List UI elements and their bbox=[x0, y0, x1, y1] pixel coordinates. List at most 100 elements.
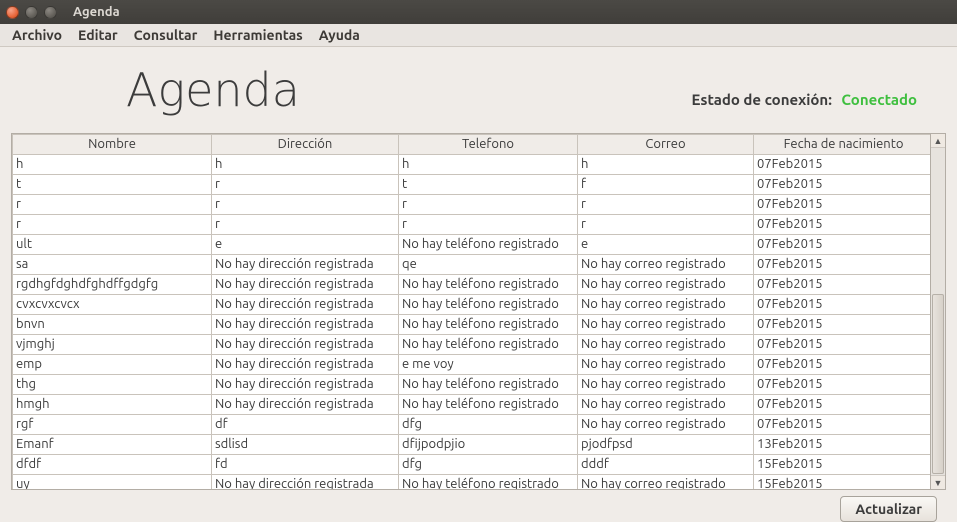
cell-nombre[interactable]: emp bbox=[13, 355, 212, 375]
table-row[interactable]: dfdffddfgdddf15Feb2015 bbox=[13, 455, 932, 475]
window-minimize-button[interactable] bbox=[25, 6, 38, 19]
cell-nombre[interactable]: r bbox=[13, 215, 212, 235]
menu-ayuda[interactable]: Ayuda bbox=[313, 25, 366, 45]
cell-direccion[interactable]: No hay dirección registrada bbox=[212, 355, 399, 375]
scroll-up-icon[interactable]: ▲ bbox=[931, 134, 945, 148]
cell-nombre[interactable]: Emanf bbox=[13, 435, 212, 455]
refresh-button[interactable]: Actualizar bbox=[840, 496, 937, 522]
cell-telefono[interactable]: qe bbox=[399, 255, 578, 275]
table-row[interactable]: Emanfsdlisddfijpodpjiopjodfpsd13Feb2015 bbox=[13, 435, 932, 455]
cell-fecha[interactable]: 07Feb2015 bbox=[754, 415, 932, 435]
table-row[interactable]: hhhh07Feb2015 bbox=[13, 155, 932, 175]
scroll-down-icon[interactable]: ▼ bbox=[931, 475, 945, 489]
col-header-nombre[interactable]: Nombre bbox=[13, 135, 212, 155]
contacts-table[interactable]: Nombre Dirección Telefono Correo Fecha d… bbox=[11, 133, 931, 490]
cell-correo[interactable]: No hay correo registrado bbox=[578, 415, 754, 435]
cell-correo[interactable]: No hay correo registrado bbox=[578, 295, 754, 315]
cell-nombre[interactable]: sa bbox=[13, 255, 212, 275]
cell-direccion[interactable]: No hay dirección registrada bbox=[212, 275, 399, 295]
menu-editar[interactable]: Editar bbox=[72, 25, 124, 45]
cell-fecha[interactable]: 07Feb2015 bbox=[754, 315, 932, 335]
cell-nombre[interactable]: rgdhgfdghdfghdffgdgfg bbox=[13, 275, 212, 295]
table-row[interactable]: rgdhgfdghdfghdffgdgfgNo hay dirección re… bbox=[13, 275, 932, 295]
cell-nombre[interactable]: rgf bbox=[13, 415, 212, 435]
table-row[interactable]: empNo hay dirección registradae me voyNo… bbox=[13, 355, 932, 375]
cell-correo[interactable]: e bbox=[578, 235, 754, 255]
cell-fecha[interactable]: 07Feb2015 bbox=[754, 375, 932, 395]
table-row[interactable]: bnvnNo hay dirección registradaNo hay te… bbox=[13, 315, 932, 335]
cell-fecha[interactable]: 07Feb2015 bbox=[754, 195, 932, 215]
cell-fecha[interactable]: 07Feb2015 bbox=[754, 175, 932, 195]
cell-nombre[interactable]: hmgh bbox=[13, 395, 212, 415]
cell-fecha[interactable]: 07Feb2015 bbox=[754, 275, 932, 295]
menu-consultar[interactable]: Consultar bbox=[128, 25, 204, 45]
cell-direccion[interactable]: df bbox=[212, 415, 399, 435]
cell-telefono[interactable]: h bbox=[399, 155, 578, 175]
window-maximize-button[interactable] bbox=[44, 6, 57, 19]
col-header-telefono[interactable]: Telefono bbox=[399, 135, 578, 155]
table-row[interactable]: rgfdfdfgNo hay correo registrado07Feb201… bbox=[13, 415, 932, 435]
vertical-scrollbar[interactable]: ▲ ▼ bbox=[931, 133, 946, 490]
cell-direccion[interactable]: h bbox=[212, 155, 399, 175]
cell-direccion[interactable]: r bbox=[212, 215, 399, 235]
cell-nombre[interactable]: vjmghj bbox=[13, 335, 212, 355]
cell-correo[interactable]: h bbox=[578, 155, 754, 175]
cell-correo[interactable]: r bbox=[578, 215, 754, 235]
table-row[interactable]: cvxcvxcvcxNo hay dirección registradaNo … bbox=[13, 295, 932, 315]
table-row[interactable]: thgNo hay dirección registradaNo hay tel… bbox=[13, 375, 932, 395]
scrollbar-thumb[interactable] bbox=[932, 294, 944, 474]
cell-nombre[interactable]: dfdf bbox=[13, 455, 212, 475]
table-row[interactable]: hmghNo hay dirección registradaNo hay te… bbox=[13, 395, 932, 415]
cell-nombre[interactable]: cvxcvxcvcx bbox=[13, 295, 212, 315]
table-row[interactable]: rrrr07Feb2015 bbox=[13, 215, 932, 235]
cell-direccion[interactable]: r bbox=[212, 195, 399, 215]
cell-nombre[interactable]: bnvn bbox=[13, 315, 212, 335]
cell-nombre[interactable]: ult bbox=[13, 235, 212, 255]
cell-correo[interactable]: dddf bbox=[578, 455, 754, 475]
cell-telefono[interactable]: No hay teléfono registrado bbox=[399, 315, 578, 335]
cell-fecha[interactable]: 07Feb2015 bbox=[754, 295, 932, 315]
cell-direccion[interactable]: e bbox=[212, 235, 399, 255]
cell-direccion[interactable]: No hay dirección registrada bbox=[212, 375, 399, 395]
cell-telefono[interactable]: r bbox=[399, 195, 578, 215]
cell-telefono[interactable]: dfijpodpjio bbox=[399, 435, 578, 455]
menu-archivo[interactable]: Archivo bbox=[6, 25, 68, 45]
cell-direccion[interactable]: r bbox=[212, 175, 399, 195]
col-header-direccion[interactable]: Dirección bbox=[212, 135, 399, 155]
table-row[interactable]: ulteNo hay teléfono registradoe07Feb2015 bbox=[13, 235, 932, 255]
cell-fecha[interactable]: 07Feb2015 bbox=[754, 395, 932, 415]
cell-fecha[interactable]: 07Feb2015 bbox=[754, 155, 932, 175]
cell-nombre[interactable]: thg bbox=[13, 375, 212, 395]
col-header-fecha[interactable]: Fecha de nacimiento bbox=[754, 135, 932, 155]
cell-telefono[interactable]: No hay teléfono registrado bbox=[399, 275, 578, 295]
cell-correo[interactable]: No hay correo registrado bbox=[578, 475, 754, 491]
cell-direccion[interactable]: No hay dirección registrada bbox=[212, 315, 399, 335]
cell-nombre[interactable]: r bbox=[13, 195, 212, 215]
cell-fecha[interactable]: 15Feb2015 bbox=[754, 455, 932, 475]
cell-telefono[interactable]: No hay teléfono registrado bbox=[399, 475, 578, 491]
window-close-button[interactable] bbox=[6, 6, 19, 19]
table-row[interactable]: vjmghjNo hay dirección registradaNo hay … bbox=[13, 335, 932, 355]
cell-telefono[interactable]: No hay teléfono registrado bbox=[399, 235, 578, 255]
cell-correo[interactable]: pjodfpsd bbox=[578, 435, 754, 455]
cell-direccion[interactable]: sdlisd bbox=[212, 435, 399, 455]
cell-direccion[interactable]: No hay dirección registrada bbox=[212, 395, 399, 415]
cell-correo[interactable]: No hay correo registrado bbox=[578, 315, 754, 335]
cell-correo[interactable]: r bbox=[578, 195, 754, 215]
cell-telefono[interactable]: No hay teléfono registrado bbox=[399, 375, 578, 395]
cell-telefono[interactable]: dfg bbox=[399, 415, 578, 435]
cell-fecha[interactable]: 07Feb2015 bbox=[754, 335, 932, 355]
cell-telefono[interactable]: r bbox=[399, 215, 578, 235]
table-row[interactable]: uyNo hay dirección registradaNo hay telé… bbox=[13, 475, 932, 491]
cell-nombre[interactable]: t bbox=[13, 175, 212, 195]
cell-correo[interactable]: f bbox=[578, 175, 754, 195]
table-row[interactable]: trtf07Feb2015 bbox=[13, 175, 932, 195]
cell-correo[interactable]: No hay correo registrado bbox=[578, 275, 754, 295]
cell-direccion[interactable]: No hay dirección registrada bbox=[212, 335, 399, 355]
menu-herramientas[interactable]: Herramientas bbox=[207, 25, 308, 45]
cell-telefono[interactable]: e me voy bbox=[399, 355, 578, 375]
cell-direccion[interactable]: No hay dirección registrada bbox=[212, 475, 399, 491]
cell-telefono[interactable]: dfg bbox=[399, 455, 578, 475]
cell-direccion[interactable]: No hay dirección registrada bbox=[212, 295, 399, 315]
cell-telefono[interactable]: No hay teléfono registrado bbox=[399, 295, 578, 315]
